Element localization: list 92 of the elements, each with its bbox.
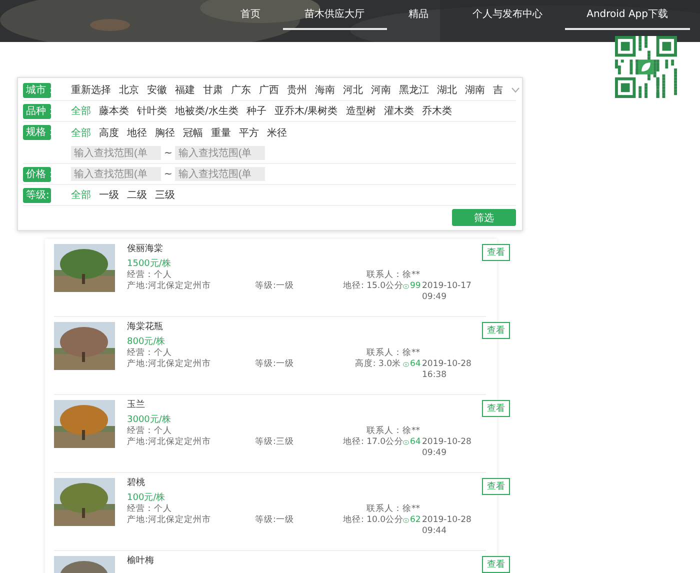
origin-text: 产地:河北保定定州市 <box>127 515 212 526</box>
grade-text: 等级:一级 <box>255 515 295 526</box>
listing-title: 玉兰 <box>127 400 146 411</box>
chevron-down-icon[interactable] <box>511 87 520 93</box>
filter-option[interactable]: 吉 <box>493 83 503 97</box>
contact-person: 联系人：徐** <box>366 270 421 281</box>
view-count: 64 <box>410 359 421 370</box>
range-separator: ~ <box>164 168 172 180</box>
filter-option[interactable]: 造型树 <box>346 104 376 118</box>
filter-option[interactable]: 河南 <box>371 83 391 97</box>
contact-person: 联系人：徐** <box>366 504 421 515</box>
view-count: 62 <box>410 515 421 526</box>
filter-option[interactable]: 海南 <box>315 83 335 97</box>
filter-option[interactable]: 针叶类 <box>137 104 167 118</box>
listing-price: 100元/株 <box>127 493 166 504</box>
spec-text: 地径: 15.0公分 <box>343 281 403 292</box>
nav-tab[interactable]: 精品 <box>386 0 451 30</box>
range-input[interactable]: 输入查找范围(单 <box>71 167 161 181</box>
post-time: 16:38 <box>422 370 448 381</box>
filter-option[interactable]: 福建 <box>175 83 195 97</box>
range-input[interactable]: 输入查找范围(单 <box>175 167 266 181</box>
filter-option[interactable]: 重新选择 <box>71 83 111 97</box>
eye-icon <box>403 440 409 445</box>
listing-price: 800元/株 <box>127 337 166 348</box>
range-separator: ~ <box>164 148 172 158</box>
filter-option[interactable]: 安徽 <box>147 83 167 97</box>
post-time: 09:49 <box>422 292 448 303</box>
nav-tab[interactable]: 首页 <box>218 0 283 30</box>
post-date: 2019-10-28 <box>422 359 472 370</box>
filter-option[interactable]: 平方 <box>239 126 259 140</box>
nav-tab[interactable]: Android App下载 <box>564 0 690 30</box>
post-date: 2019-10-28 <box>422 515 472 526</box>
business-type: 经营：个人 <box>127 426 173 437</box>
post-time: 09:49 <box>422 448 448 459</box>
filter-option[interactable]: 灌木类 <box>384 104 414 118</box>
post-date: 2019-10-17 <box>422 281 472 292</box>
filter-option[interactable]: 米径 <box>267 126 287 140</box>
grade-text: 等级:一级 <box>255 281 295 292</box>
listing-title: 俟丽海棠 <box>127 244 164 255</box>
listing-title: 碧桃 <box>127 478 146 489</box>
eye-icon <box>403 284 409 289</box>
filter-option[interactable]: 高度 <box>99 126 119 140</box>
grade-text: 等级:三级 <box>255 437 295 448</box>
filter-option[interactable]: 一级 <box>99 188 119 202</box>
filter-option[interactable]: 亚乔木/果树类 <box>274 104 338 118</box>
contact-person: 联系人：徐** <box>366 348 421 358</box>
listing-price: 3000元/株 <box>127 415 172 426</box>
grade-text: 等级:一级 <box>255 359 295 370</box>
filter-option[interactable]: 湖北 <box>437 83 457 97</box>
spec-text: 地径: 17.0公分 <box>343 437 403 448</box>
filter-option[interactable]: 三级 <box>155 188 175 202</box>
range-input[interactable]: 输入查找范围(单 <box>71 146 161 160</box>
business-type: 经营：个人 <box>127 504 173 515</box>
filter-option[interactable]: 黑龙江 <box>399 83 429 97</box>
spec-text: 高度: 3.0米 <box>354 359 402 370</box>
listing-price: 1500元/株 <box>127 259 172 270</box>
eye-icon <box>403 362 409 367</box>
view-count: 99 <box>410 281 421 292</box>
filter-option[interactable]: 湖南 <box>465 83 485 97</box>
listing-title: 榆叶梅 <box>127 556 155 567</box>
filter-option[interactable]: 广西 <box>259 83 279 97</box>
eye-icon <box>403 518 409 523</box>
origin-text: 产地:河北保定定州市 <box>127 281 212 292</box>
business-type: 经营：个人 <box>127 348 173 359</box>
spec-text: 地径: 10.0公分 <box>343 515 403 526</box>
filter-option[interactable]: 地径 <box>127 126 147 140</box>
filter-option[interactable]: 甘肃 <box>203 83 223 97</box>
filter-option[interactable]: 冠幅 <box>183 126 203 140</box>
filter-label: 等级: <box>23 188 51 202</box>
filter-option[interactable]: 河北 <box>343 83 363 97</box>
nav-tab[interactable]: 苗木供应大厅 <box>282 0 387 30</box>
filter-option[interactable]: 种子 <box>246 104 266 118</box>
nav-tab[interactable]: 个人与发布中心 <box>450 0 565 30</box>
post-time: 09:44 <box>422 526 448 537</box>
business-type: 经营：个人 <box>127 270 173 281</box>
filter-option[interactable]: 二级 <box>127 188 147 202</box>
filter-option[interactable]: 贵州 <box>287 83 307 97</box>
filter-option[interactable]: 胸径 <box>155 126 175 140</box>
filter-option[interactable]: 藤本类 <box>99 104 129 118</box>
origin-text: 产地:河北保定定州市 <box>127 437 212 448</box>
view-count: 64 <box>410 437 421 448</box>
filter-option[interactable]: 广东 <box>231 83 251 97</box>
filter-option[interactable]: 乔木类 <box>422 104 452 118</box>
post-date: 2019-10-28 <box>422 437 472 448</box>
filter-option[interactable]: 地被类/水生类 <box>175 104 238 118</box>
filter-option[interactable]: 重量 <box>211 126 231 140</box>
origin-text: 产地:河北保定定州市 <box>127 359 212 370</box>
listing-title: 海棠花瓶 <box>127 322 164 333</box>
qr-code-icon <box>615 36 677 98</box>
contact-person: 联系人：徐** <box>366 426 421 437</box>
range-input[interactable]: 输入查找范围(单 <box>175 146 266 160</box>
filter-option[interactable]: 北京 <box>119 83 139 97</box>
